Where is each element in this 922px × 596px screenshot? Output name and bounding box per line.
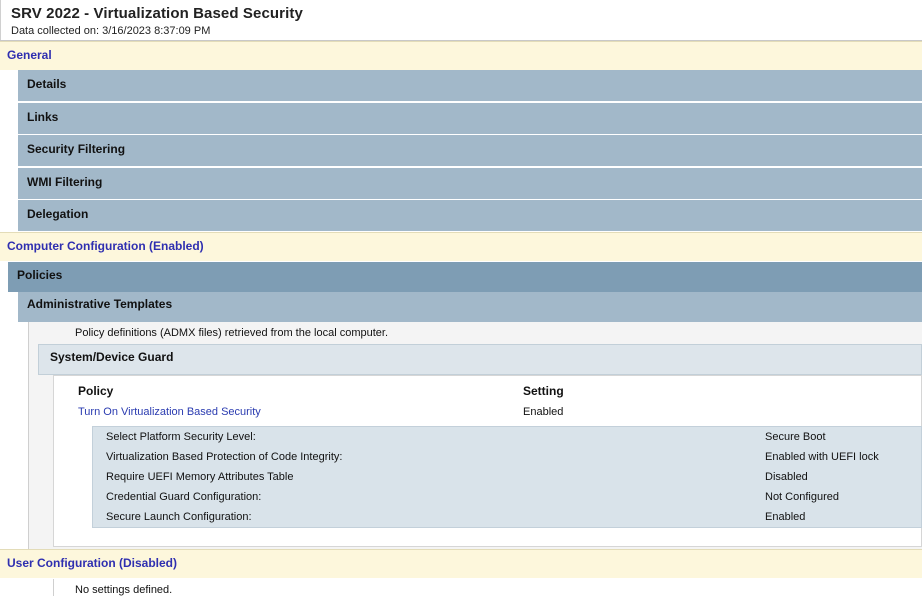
band-security-filtering[interactable]: Security Filtering xyxy=(18,135,922,166)
option-label: Credential Guard Configuration: xyxy=(106,491,262,503)
report-title: SRV 2022 - Virtualization Based Security xyxy=(11,5,303,22)
band-administrative-templates[interactable]: Administrative Templates xyxy=(18,292,922,322)
band-delegation-label: Delegation xyxy=(27,207,89,221)
user-config-content xyxy=(53,579,922,596)
band-wmi-filtering[interactable]: WMI Filtering xyxy=(18,168,922,199)
band-security-filtering-label: Security Filtering xyxy=(27,142,126,156)
option-label: Select Platform Security Level: xyxy=(106,431,256,443)
section-user-configuration-label: User Configuration (Disabled) xyxy=(7,556,178,570)
left-border xyxy=(0,0,1,40)
section-computer-configuration[interactable]: Computer Configuration (Enabled) xyxy=(0,232,922,261)
band-links[interactable]: Links xyxy=(18,103,922,134)
no-settings-text: No settings defined. xyxy=(75,584,173,596)
band-system-device-guard[interactable]: System/Device Guard xyxy=(38,344,922,375)
band-policies[interactable]: Policies xyxy=(8,262,922,292)
data-collected-text: Data collected on: 3/16/2023 8:37:09 PM xyxy=(11,25,211,37)
option-value: Enabled xyxy=(765,511,806,523)
section-computer-configuration-label: Computer Configuration (Enabled) xyxy=(7,239,204,253)
option-value: Disabled xyxy=(765,471,808,483)
band-details[interactable]: Details xyxy=(18,70,922,101)
option-value: Not Configured xyxy=(765,491,839,503)
option-value: Secure Boot xyxy=(765,431,826,443)
section-user-configuration[interactable]: User Configuration (Disabled) xyxy=(0,549,922,578)
admx-note: Policy definitions (ADMX files) retrieve… xyxy=(75,327,389,339)
band-delegation[interactable]: Delegation xyxy=(18,200,922,231)
option-label: Virtualization Based Protection of Code … xyxy=(106,451,343,463)
band-administrative-templates-label: Administrative Templates xyxy=(27,297,173,311)
setting-column-header: Setting xyxy=(523,384,564,398)
policy-setting-value: Enabled xyxy=(523,406,564,418)
option-value: Enabled with UEFI lock xyxy=(765,451,879,463)
section-general[interactable]: General xyxy=(0,41,922,70)
band-system-device-guard-label: System/Device Guard xyxy=(50,350,174,364)
band-policies-label: Policies xyxy=(17,268,63,282)
option-label: Secure Launch Configuration: xyxy=(106,511,252,523)
policy-column-header: Policy xyxy=(78,384,114,398)
policy-link-turn-on-vbs[interactable]: Turn On Virtualization Based Security xyxy=(78,406,261,418)
band-links-label: Links xyxy=(27,110,59,124)
band-details-label: Details xyxy=(27,77,67,91)
section-general-label: General xyxy=(7,48,52,62)
band-wmi-filtering-label: WMI Filtering xyxy=(27,175,103,189)
option-label: Require UEFI Memory Attributes Table xyxy=(106,471,294,483)
